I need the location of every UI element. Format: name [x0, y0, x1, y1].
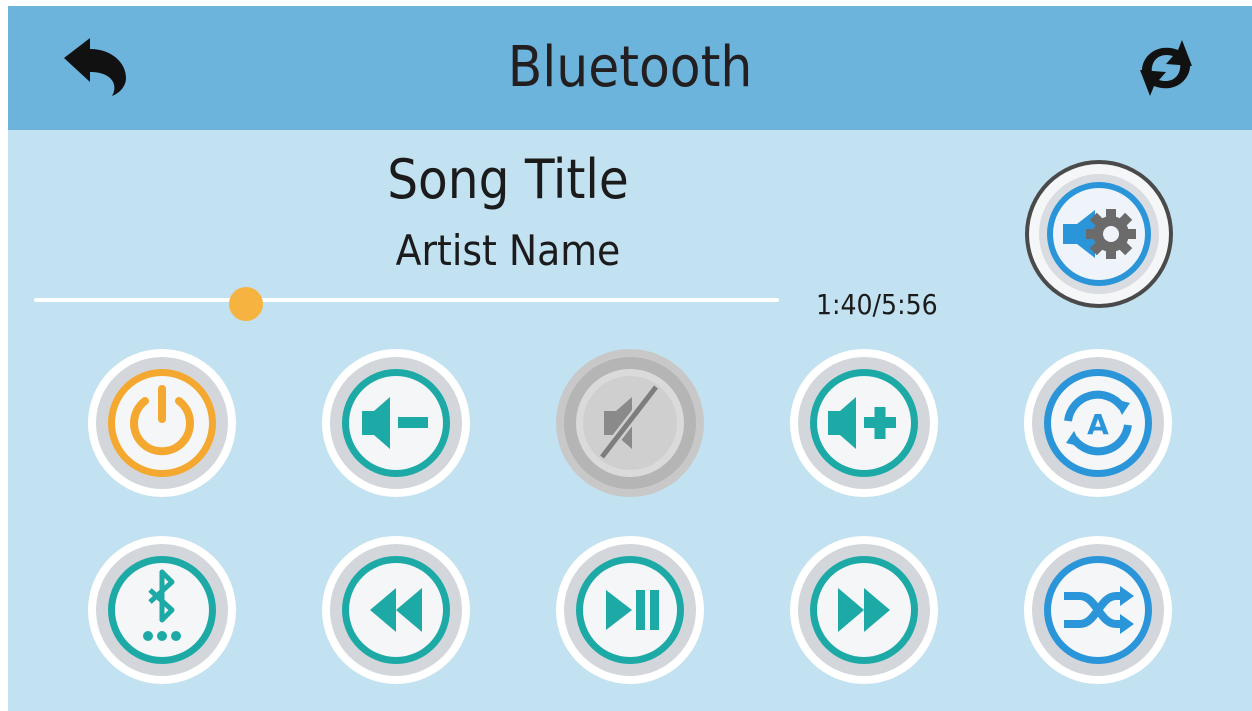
progress-thumb[interactable] — [228, 287, 263, 321]
song-title: Song Title — [387, 148, 629, 211]
header-bar: Bluetooth — [8, 6, 1252, 130]
progress-track[interactable] — [34, 298, 779, 302]
repeat-all-button[interactable]: A — [1024, 349, 1172, 497]
power-icon — [88, 349, 236, 497]
speaker-gear-icon — [1025, 160, 1173, 308]
bluetooth-icon — [88, 536, 236, 684]
rewind-icon — [322, 536, 470, 684]
shuffle-button[interactable] — [1024, 536, 1172, 684]
volume-down-icon — [322, 349, 470, 497]
fast-forward-button[interactable] — [790, 536, 938, 684]
time-display: 1:40/5:56 — [816, 288, 938, 321]
volume-down-button[interactable] — [322, 349, 470, 497]
play-pause-icon — [556, 536, 704, 684]
shuffle-icon — [1024, 536, 1172, 684]
volume-up-button[interactable] — [790, 349, 938, 497]
bluetooth-screen: Bluetooth Song Title Artist Name 1:40/5:… — [8, 6, 1252, 711]
svg-text:A: A — [1087, 408, 1109, 441]
power-button[interactable] — [88, 349, 236, 497]
artist-name: Artist Name — [395, 226, 621, 275]
mute-button[interactable] — [556, 349, 704, 497]
rewind-button[interactable] — [322, 536, 470, 684]
mute-icon — [556, 349, 704, 497]
page-title: Bluetooth — [507, 35, 753, 100]
volume-up-icon — [790, 349, 938, 497]
audio-settings-button[interactable] — [1025, 160, 1173, 308]
play-pause-button[interactable] — [556, 536, 704, 684]
refresh-button[interactable] — [1130, 36, 1202, 100]
bluetooth-pair-button[interactable] — [88, 536, 236, 684]
repeat-a-icon: A — [1024, 349, 1172, 497]
refresh-icon — [1140, 40, 1192, 96]
fast-forward-icon — [790, 536, 938, 684]
